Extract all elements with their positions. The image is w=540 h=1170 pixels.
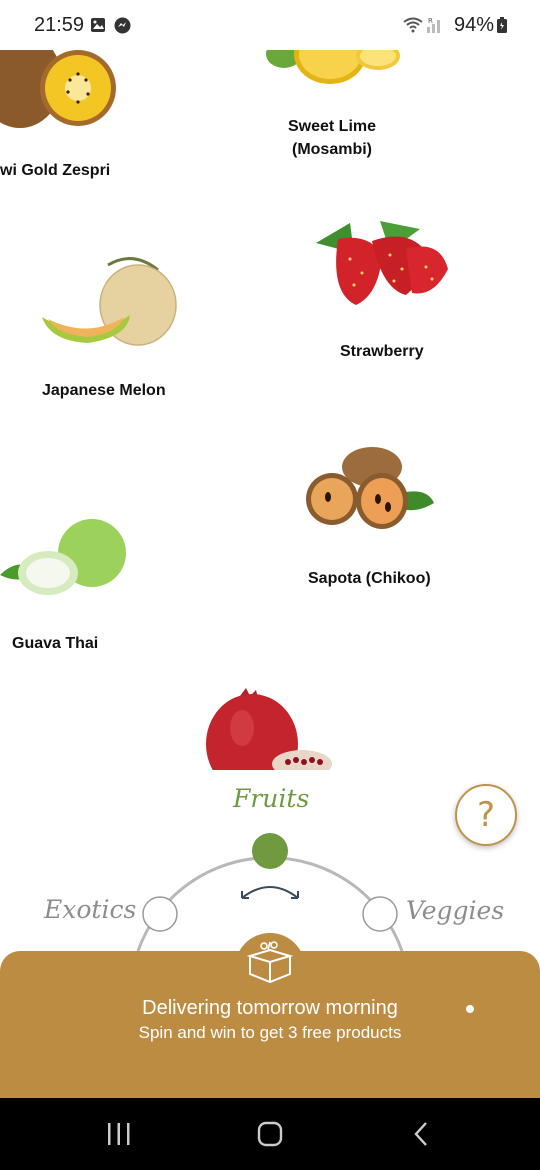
product-card-sweet-lime[interactable]: Sweet Lime (Mosambi)	[262, 50, 402, 165]
box-icon	[246, 941, 294, 984]
product-card-sapota[interactable]: Sapota (Chikoo)	[300, 445, 450, 590]
pomegranate-image	[206, 688, 332, 770]
delivery-title: Delivering tomorrow morning	[142, 997, 398, 1019]
sapota-image	[306, 447, 434, 529]
home-button[interactable]	[225, 1098, 315, 1170]
svg-text:R: R	[428, 17, 433, 25]
japanese-melon-image	[42, 257, 177, 346]
product-card-kiwi[interactable]: wi Gold Zespri	[0, 50, 180, 190]
back-icon	[414, 1122, 427, 1146]
product-name: Guava Thai	[12, 635, 99, 652]
category-fruits[interactable]: Fruits	[233, 784, 309, 813]
dial-handle-fruits[interactable]	[251, 832, 289, 870]
signal-icon: R	[427, 17, 440, 33]
product-card-japanese-melon[interactable]: Japanese Melon	[30, 240, 200, 405]
category-exotics[interactable]: Exotics	[44, 895, 136, 924]
gallery-icon	[91, 18, 105, 32]
strawberry-image	[316, 221, 448, 305]
battery-icon	[497, 17, 507, 33]
back-button[interactable]	[376, 1098, 466, 1170]
kiwi-gold-image	[0, 50, 116, 128]
status-time: 21:59	[34, 14, 85, 36]
battery-percent: 94%	[453, 14, 494, 36]
product-name: Sweet Lime (Mosambi)	[287, 118, 377, 158]
delivery-subtitle: Spin and win to get 3 free products	[138, 1023, 402, 1042]
status-bar: 21:59 R 94%	[0, 0, 540, 50]
dial-handle-exotics[interactable]	[141, 895, 179, 933]
category-veggies[interactable]: Veggies	[406, 896, 504, 925]
product-card-guava[interactable]: Guava Thai	[0, 510, 170, 655]
product-name: Strawberry	[340, 343, 424, 360]
recents-icon	[108, 1123, 130, 1145]
help-button[interactable]: ?	[455, 784, 517, 846]
wifi-icon	[403, 17, 423, 33]
indicator-dot	[466, 1005, 474, 1013]
rotate-arrow-icon	[241, 886, 299, 899]
guava-image	[0, 519, 126, 595]
product-card-pomegranate[interactable]	[200, 688, 340, 770]
product-card-strawberry[interactable]: Strawberry	[310, 215, 460, 365]
product-name: wi Gold Zespri	[0, 162, 111, 179]
product-name: Sapota (Chikoo)	[308, 570, 431, 587]
home-icon	[257, 1121, 283, 1147]
dial-handle-veggies[interactable]	[361, 895, 399, 933]
product-name: Japanese Melon	[42, 382, 166, 399]
system-nav-bar	[0, 1098, 540, 1170]
recents-button[interactable]	[74, 1098, 164, 1170]
sweet-lime-image	[266, 50, 400, 84]
help-label: ?	[476, 795, 496, 835]
messenger-icon	[114, 17, 131, 34]
